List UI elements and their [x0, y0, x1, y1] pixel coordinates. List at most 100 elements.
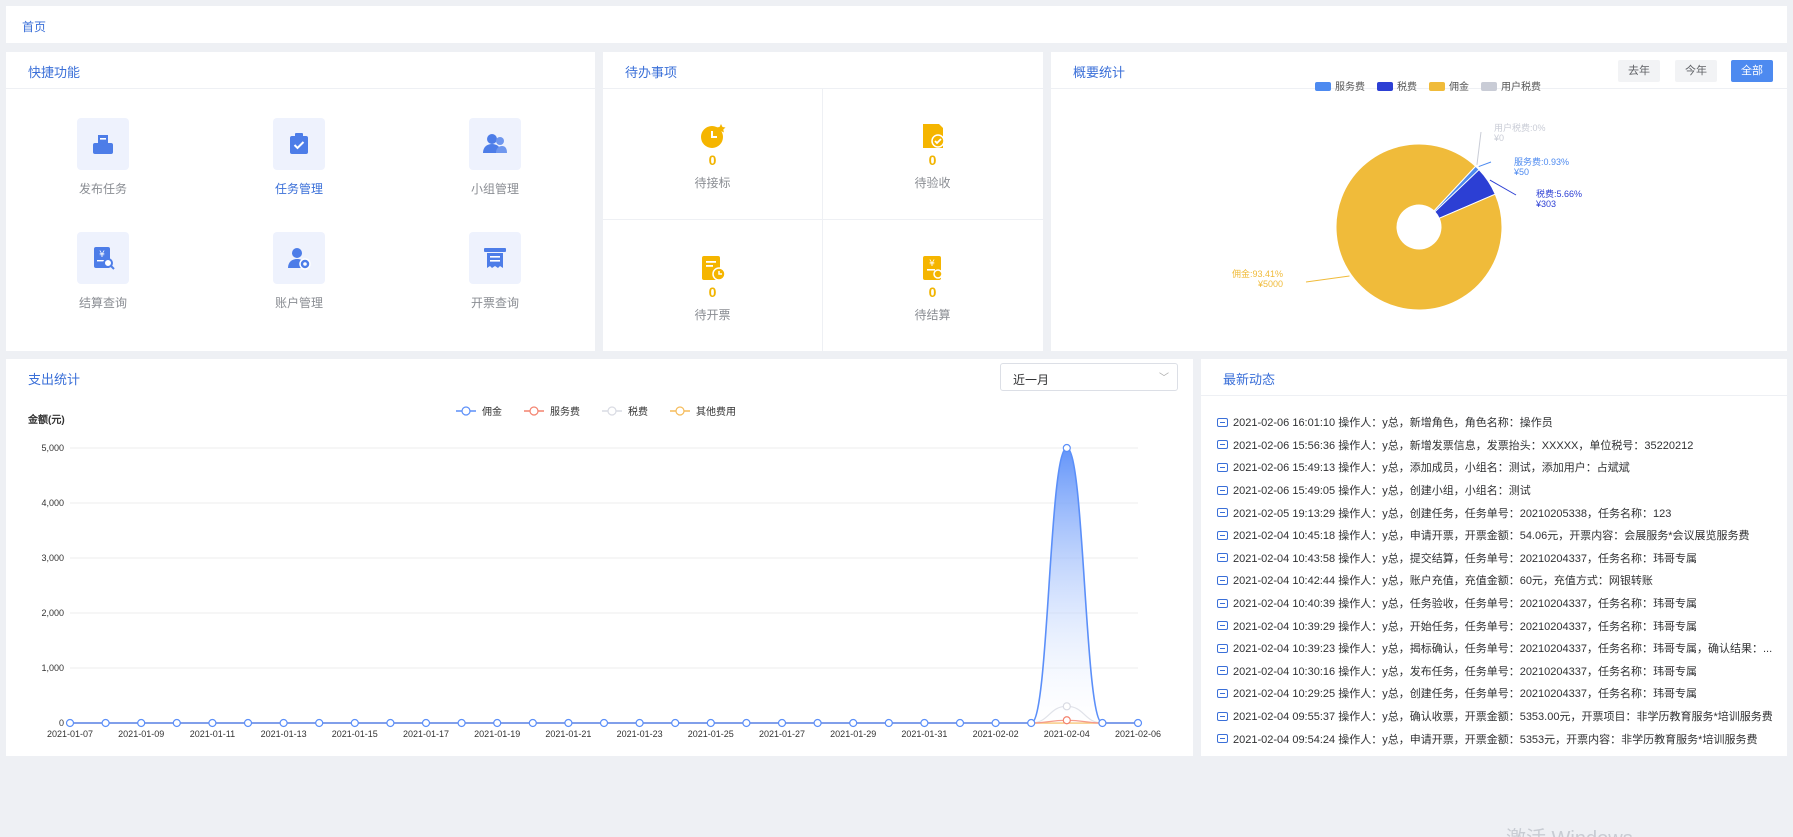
- legend-label[interactable]: 服务费: [1335, 80, 1365, 93]
- legend-label[interactable]: 用户税费: [1501, 80, 1541, 93]
- news-panel: 最新动态 2021-02-06 16:01:10 操作人：y总，新增角色，角色名…: [1201, 359, 1787, 756]
- quick-invoice-query[interactable]: 开票查询: [435, 232, 555, 311]
- series-line: [70, 447, 1139, 724]
- data-point[interactable]: [1062, 443, 1071, 453]
- legend-swatch: [1429, 82, 1445, 91]
- legend-label[interactable]: 服务费: [550, 405, 580, 418]
- data-point[interactable]: [528, 718, 537, 728]
- y-axis-label: 金额(元): [27, 413, 65, 426]
- expense-panel: 支出统计 近一月 ﹀ 佣金 服务费 税费 其他费用 金额(元) 0 1,000 2,000 3,…: [6, 359, 1193, 756]
- divider: [6, 88, 595, 89]
- legend-label[interactable]: 其他费用: [696, 405, 736, 418]
- message-icon: [1217, 575, 1228, 585]
- x-tick-label: 2021-01-23: [617, 729, 663, 739]
- data-point[interactable]: [564, 718, 573, 728]
- data-point[interactable]: [635, 718, 644, 728]
- data-point[interactable]: [1062, 716, 1071, 725]
- data-point[interactable]: [1027, 718, 1036, 728]
- todo-panel: 待办事项 0 待接标 0 待验收 0 待开票 ¥ 0 待结算: [603, 52, 1043, 351]
- data-point[interactable]: [777, 718, 787, 728]
- news-item: 2021-02-04 10:42:44 操作人：y总，账户充值，充值金额：60元…: [1217, 569, 1779, 592]
- x-tick-label: 2021-01-15: [332, 729, 378, 739]
- news-item: 2021-02-04 10:39:29 操作人：y总，开始任务，任务单号：202…: [1217, 614, 1779, 637]
- legend-marker: [461, 406, 471, 416]
- group-manage-icon: [469, 118, 521, 170]
- pie-amount-label: ¥5000: [1257, 279, 1283, 289]
- news-text: 2021-02-04 10:39:23 操作人：y总，揭标确认，任务单号：202…: [1233, 643, 1773, 656]
- legend-label[interactable]: 税费: [1397, 80, 1417, 93]
- quick-account-manage[interactable]: 账户管理: [239, 232, 359, 311]
- message-icon: [1217, 462, 1228, 472]
- pie-label: 税费:5.66%: [1536, 188, 1582, 199]
- data-point[interactable]: [243, 718, 253, 728]
- todo-label: 待结算: [914, 308, 951, 322]
- data-point[interactable]: [1133, 718, 1143, 728]
- todo-pending-invoice[interactable]: 0 待开票: [603, 220, 822, 351]
- message-icon: [1217, 485, 1228, 495]
- pie-label: 佣金:93.41%: [1232, 268, 1283, 279]
- x-tick-label: 2021-01-07: [47, 729, 93, 739]
- data-point[interactable]: [137, 718, 146, 728]
- data-point[interactable]: [493, 718, 502, 728]
- quick-item-label: 开票查询: [470, 296, 519, 310]
- news-text: 2021-02-04 09:55:37 操作人：y总，确认收票，开票金额：535…: [1233, 711, 1773, 724]
- quick-functions-title: 快捷功能: [28, 65, 81, 80]
- news-text: 2021-02-06 15:49:05 操作人：y总，创建小组，小组名：测试: [1233, 485, 1531, 498]
- data-point[interactable]: [386, 718, 395, 728]
- data-point[interactable]: [315, 718, 324, 728]
- quick-publish-task[interactable]: 发布任务: [43, 118, 163, 197]
- data-point[interactable]: [955, 718, 965, 728]
- data-point[interactable]: [599, 718, 609, 728]
- quick-group-manage[interactable]: 小组管理: [435, 118, 555, 197]
- data-point[interactable]: [991, 718, 1000, 728]
- news-item: 2021-02-04 10:43:58 操作人：y总，提交结算，任务单号：202…: [1217, 547, 1779, 570]
- quick-settlement-query[interactable]: ¥ 结算查询: [43, 232, 163, 311]
- y-tick-label: 0: [59, 718, 64, 728]
- todo-title: 待办事项: [625, 65, 678, 80]
- y-tick-label: 4,000: [41, 498, 64, 508]
- data-point[interactable]: [421, 718, 431, 728]
- quick-task-manage[interactable]: 任务管理: [239, 118, 359, 197]
- data-point[interactable]: [1062, 702, 1071, 711]
- pending-accept-icon: [919, 122, 947, 150]
- data-point[interactable]: [706, 718, 715, 728]
- y-tick-label: 3,000: [41, 553, 64, 563]
- x-tick-label: 2021-02-04: [1044, 729, 1090, 739]
- news-text: 2021-02-04 10:45:18 操作人：y总，申请开票，开票金额：54.…: [1233, 530, 1750, 543]
- news-text: 2021-02-04 10:43:58 操作人：y总，提交结算，任务单号：202…: [1233, 552, 1697, 565]
- legend-label[interactable]: 佣金: [482, 405, 502, 418]
- news-list: 2021-02-06 16:01:10 操作人：y总，新增角色，角色名称：操作员…: [1217, 411, 1779, 750]
- data-point[interactable]: [279, 718, 288, 728]
- x-tick-label: 2021-01-29: [830, 729, 876, 739]
- legend-label[interactable]: 佣金: [1449, 80, 1469, 93]
- todo-pending-settle[interactable]: ¥ 0 待结算: [823, 220, 1042, 351]
- data-point[interactable]: [849, 718, 858, 728]
- data-point[interactable]: [671, 718, 680, 728]
- series-area: [70, 448, 1138, 723]
- news-text: 2021-02-04 10:29:25 操作人：y总，创建任务，任务单号：202…: [1233, 688, 1697, 701]
- legend-swatch: [1377, 82, 1393, 91]
- data-point[interactable]: [65, 718, 75, 728]
- data-point[interactable]: [350, 718, 359, 728]
- pending-invoice-icon: [699, 254, 727, 282]
- data-point[interactable]: [101, 718, 110, 728]
- overview-pie-chart: 服务费 税费 佣金 用户税费服务费:0.93%¥50 税费:5.66%¥303 佣金:93…: [1232, 80, 1582, 311]
- data-point[interactable]: [884, 718, 893, 728]
- data-point[interactable]: [1098, 718, 1107, 728]
- todo-pending-accept[interactable]: 0 待验收: [823, 88, 1042, 219]
- svg-text:¥: ¥: [929, 259, 935, 269]
- data-point[interactable]: [813, 718, 822, 728]
- news-title: 最新动态: [1223, 372, 1276, 387]
- breadcrumb-home[interactable]: 首页: [22, 18, 46, 35]
- todo-pending-bid[interactable]: 0 待接标: [603, 88, 822, 219]
- account-manage-icon: [273, 232, 325, 284]
- legend-label[interactable]: 税费: [628, 405, 648, 418]
- data-point[interactable]: [457, 718, 466, 728]
- data-point[interactable]: [208, 718, 217, 728]
- data-point[interactable]: [920, 718, 929, 728]
- data-point[interactable]: [172, 718, 181, 728]
- x-tick-label: 2021-02-06: [1115, 729, 1161, 739]
- todo-count: 0: [928, 284, 937, 300]
- data-point[interactable]: [742, 718, 751, 728]
- news-item: 2021-02-06 15:49:13 操作人：y总，添加成员，小组名：测试，添…: [1217, 456, 1779, 479]
